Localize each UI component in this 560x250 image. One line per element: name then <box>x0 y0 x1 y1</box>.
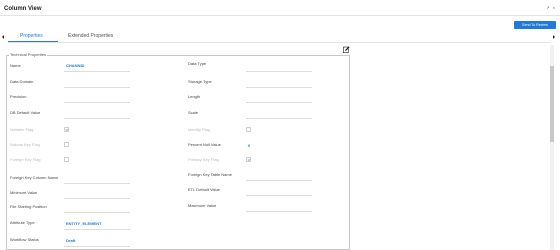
data-type-field[interactable] <box>246 71 312 72</box>
length-label: Length <box>188 94 201 99</box>
header-divider <box>0 15 560 16</box>
nullable-flag-label: Nullable Flag <box>10 127 34 132</box>
foreign-key-table-name-field[interactable] <box>246 180 312 181</box>
data-domain-field[interactable] <box>64 87 130 88</box>
foreign-key-table-name-label: Foreign Key Table Name <box>188 172 232 177</box>
identity-flag-label: Identity Flag <box>188 127 210 132</box>
send-to-review-button[interactable]: Send To Review <box>514 21 556 29</box>
db-default-value-label: DB Default Value <box>10 110 41 115</box>
etl-default-value-label: ETL Default Value <box>188 187 221 192</box>
identity-flag-checkbox[interactable] <box>246 127 251 132</box>
minimum-value-label: Minimum Value <box>10 190 38 195</box>
tab-properties[interactable]: Properties <box>20 33 43 39</box>
scrollbar-thumb[interactable] <box>550 66 554 142</box>
window-controls[interactable]: ↗ × <box>546 5 556 10</box>
scale-field[interactable] <box>246 118 312 119</box>
length-field[interactable] <box>246 102 312 103</box>
data-type-label: Data Type <box>188 61 207 66</box>
name-label: Name <box>10 63 21 68</box>
tab-extended-properties[interactable]: Extended Properties <box>68 33 113 39</box>
maximum-value-field[interactable] <box>246 211 312 212</box>
storage-type-field[interactable] <box>246 87 312 88</box>
chevron-left-icon[interactable] <box>2 35 4 39</box>
workflow-status-label: Workflow Status <box>10 237 39 242</box>
tab-divider <box>8 42 550 43</box>
primary-key-flag-checkbox[interactable] <box>246 157 251 162</box>
percent-null-value[interactable]: 0 <box>248 143 250 148</box>
natural-key-flag-label: Natural Key Flag <box>10 142 40 147</box>
db-default-value-field[interactable] <box>64 118 130 119</box>
nullable-flag-checkbox[interactable] <box>64 127 69 132</box>
chevron-right-icon[interactable] <box>553 35 555 39</box>
foreign-key-column-name-field[interactable] <box>64 183 130 184</box>
attribute-type-label: Attribute Type <box>10 220 35 225</box>
percent-null-value-label: Percent Null Value <box>188 142 221 147</box>
attribute-type-field[interactable] <box>64 229 130 230</box>
name-value[interactable]: CHANNID <box>66 63 84 68</box>
attribute-type-value[interactable]: ENTITY_ELEMENT <box>66 221 102 226</box>
technical-properties-panel <box>6 55 350 250</box>
file-starting-position-field[interactable] <box>64 212 130 213</box>
file-starting-position-label: File Starting Position <box>10 204 47 209</box>
foreign-key-flag-checkbox[interactable] <box>64 157 69 162</box>
maximum-value-label: Maximum Value <box>188 203 217 208</box>
active-tab-indicator <box>8 41 58 42</box>
edit-icon[interactable] <box>343 46 350 53</box>
scale-label: Scale <box>188 110 199 115</box>
primary-key-flag-label: Primary Key Flag <box>188 157 219 162</box>
storage-type-label: Storage Type <box>188 79 212 84</box>
natural-key-flag-checkbox[interactable] <box>64 142 69 147</box>
foreign-key-flag-label: Foreign Key Flag <box>10 157 41 162</box>
technical-properties-legend: Technical Properties <box>9 52 48 57</box>
foreign-key-column-name-label: Foreign Key Column Name <box>10 175 59 180</box>
precision-field[interactable] <box>64 102 130 103</box>
precision-label: Precision <box>10 94 27 99</box>
workflow-status-value[interactable]: Draft <box>66 238 75 243</box>
page-title: Column View <box>4 6 42 12</box>
etl-default-value-field[interactable] <box>246 195 312 196</box>
minimum-value-field[interactable] <box>64 198 130 199</box>
name-field[interactable] <box>64 71 130 72</box>
workflow-status-field[interactable] <box>64 246 130 247</box>
data-domain-label: Data Domain <box>10 79 34 84</box>
